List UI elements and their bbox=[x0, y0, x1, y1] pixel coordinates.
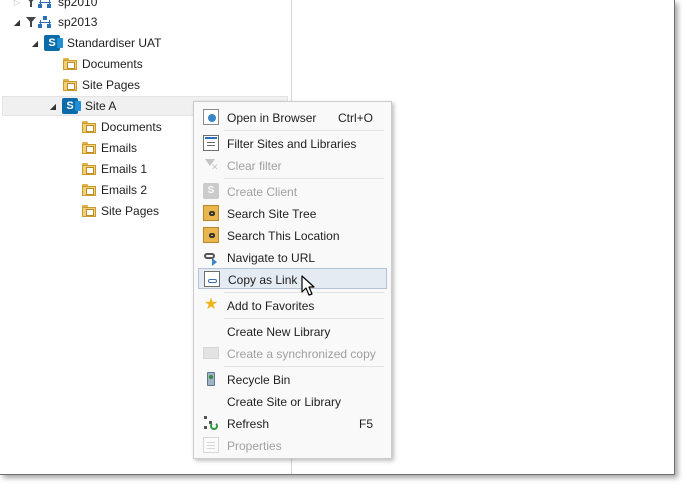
filter-sites-icon bbox=[203, 135, 219, 151]
menu-item-create-site-or-library[interactable]: Create Site or Library bbox=[198, 391, 387, 412]
menu-item-label: Open in Browser bbox=[227, 111, 317, 125]
menu-item-label: Filter Sites and Libraries bbox=[227, 137, 357, 151]
sharepoint-icon: S bbox=[62, 98, 81, 114]
tree-node-label: Site A bbox=[85, 99, 117, 113]
tree-node-label: Site Pages bbox=[101, 204, 160, 218]
sharepoint-icon: S bbox=[203, 183, 219, 199]
folder-icon bbox=[81, 119, 97, 135]
menu-item-label: Search This Location bbox=[227, 229, 340, 243]
tree-node-label: sp2013 bbox=[58, 15, 98, 29]
clear-filter-icon bbox=[203, 157, 219, 173]
filter-network-icon bbox=[26, 0, 54, 10]
menu-item-create-synchronized-copy[interactable]: Create a synchronized copy bbox=[198, 343, 387, 364]
menu-item-label: Copy as Link bbox=[228, 273, 298, 287]
mouse-cursor-icon bbox=[301, 275, 315, 296]
tree-node-label: Emails bbox=[101, 141, 138, 155]
menu-item-open-in-browser[interactable]: Open in Browser Ctrl+O bbox=[198, 107, 387, 128]
menu-item-filter-sites[interactable]: Filter Sites and Libraries bbox=[198, 133, 387, 154]
menu-item-label: Recycle Bin bbox=[227, 373, 291, 387]
expand-arrow-icon[interactable]: ▷ bbox=[12, 0, 22, 7]
copy-link-icon bbox=[204, 271, 220, 287]
menu-item-search-this-location[interactable]: Search This Location bbox=[198, 225, 387, 246]
menu-item-label: Search Site Tree bbox=[227, 207, 317, 221]
menu-item-search-site-tree[interactable]: Search Site Tree bbox=[198, 203, 387, 224]
tree-node-label: sp2010 bbox=[58, 0, 98, 9]
tree-node-label: Documents bbox=[82, 57, 143, 71]
menu-separator bbox=[224, 366, 384, 367]
menu-item-label: Create New Library bbox=[227, 325, 331, 339]
tree-node-sp2010[interactable]: ▷ sp2010 bbox=[12, 0, 97, 12]
refresh-icon bbox=[203, 415, 219, 431]
tree-node-label: Standardiser UAT bbox=[67, 36, 162, 50]
collapse-arrow-icon[interactable]: ◢ bbox=[30, 39, 40, 48]
menu-item-label: Navigate to URL bbox=[227, 251, 316, 265]
globe-document-icon bbox=[203, 109, 219, 125]
menu-item-refresh[interactable]: Refresh F5 bbox=[198, 413, 387, 434]
collapse-arrow-icon[interactable]: ◢ bbox=[48, 102, 58, 111]
menu-item-create-client[interactable]: S Create Client bbox=[198, 181, 387, 202]
menu-item-label: Add to Favorites bbox=[227, 299, 315, 313]
menu-item-shortcut: F5 bbox=[358, 417, 373, 431]
folder-icon bbox=[81, 203, 97, 219]
sync-copy-icon bbox=[203, 347, 219, 359]
recycle-bin-icon bbox=[203, 371, 219, 387]
menu-separator bbox=[224, 178, 384, 179]
menu-item-label: Refresh bbox=[227, 417, 270, 431]
folder-icon bbox=[62, 56, 78, 72]
menu-item-add-to-favorites[interactable]: ★ Add to Favorites bbox=[198, 295, 387, 316]
tree-node-sp2013[interactable]: ◢ sp2013 bbox=[12, 12, 97, 32]
menu-item-shortcut: Ctrl+O bbox=[337, 111, 373, 125]
tree-node-site-pages[interactable]: Site Pages bbox=[81, 201, 159, 221]
menu-item-label: Create Site or Library bbox=[227, 395, 342, 409]
sharepoint-icon: S bbox=[44, 35, 63, 51]
tree-node-documents[interactable]: Documents bbox=[62, 54, 143, 74]
folder-icon bbox=[81, 161, 97, 177]
menu-item-copy-as-link[interactable]: Copy as Link bbox=[198, 268, 387, 289]
menu-item-properties[interactable]: Properties bbox=[198, 435, 387, 456]
tree-node-emails[interactable]: Emails bbox=[81, 138, 137, 158]
star-icon: ★ bbox=[203, 296, 219, 313]
menu-separator bbox=[224, 318, 384, 319]
collapse-arrow-icon[interactable]: ◢ bbox=[12, 18, 22, 27]
folder-icon bbox=[81, 140, 97, 156]
tree-node-label: Emails 2 bbox=[101, 183, 148, 197]
folder-icon bbox=[81, 182, 97, 198]
tree-node-label: Site Pages bbox=[82, 78, 141, 92]
menu-separator bbox=[224, 130, 384, 131]
menu-item-clear-filter[interactable]: Clear filter bbox=[198, 155, 387, 176]
tree-node-emails-1[interactable]: Emails 1 bbox=[81, 159, 147, 179]
context-menu: Open in Browser Ctrl+O Filter Sites and … bbox=[193, 101, 392, 459]
menu-item-create-new-library[interactable]: Create New Library bbox=[198, 321, 387, 342]
tree-node-label: Documents bbox=[101, 120, 162, 134]
properties-icon bbox=[203, 437, 219, 453]
tree-node-standardiser-uat[interactable]: ◢ S Standardiser UAT bbox=[30, 33, 161, 53]
filter-network-icon bbox=[26, 14, 54, 30]
tree-node-label: Emails 1 bbox=[101, 162, 148, 176]
tree-node-site-pages[interactable]: Site Pages bbox=[62, 75, 140, 95]
menu-item-label: Properties bbox=[227, 439, 282, 453]
tree-node-documents[interactable]: Documents bbox=[81, 117, 162, 137]
folder-icon bbox=[62, 77, 78, 93]
menu-item-recycle-bin[interactable]: Recycle Bin bbox=[198, 369, 387, 390]
link-arrow-icon bbox=[203, 249, 219, 266]
search-tree-icon bbox=[203, 205, 219, 221]
menu-item-navigate-to-url[interactable]: Navigate to URL bbox=[198, 247, 387, 268]
menu-item-label: Create a synchronized copy bbox=[227, 347, 376, 361]
tree-node-emails-2[interactable]: Emails 2 bbox=[81, 180, 147, 200]
search-location-icon bbox=[203, 227, 219, 243]
menu-item-label: Create Client bbox=[227, 185, 298, 199]
menu-item-label: Clear filter bbox=[227, 159, 282, 173]
